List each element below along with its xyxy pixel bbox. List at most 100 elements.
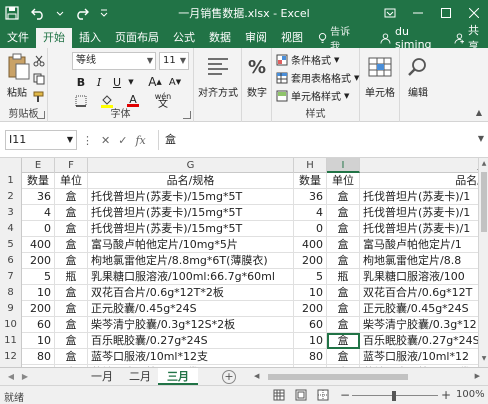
cell-g[interactable]: 品名/规格	[88, 173, 294, 189]
add-sheet-button[interactable]: +	[222, 370, 236, 384]
sheet-tab-mar[interactable]: 三月	[158, 368, 198, 385]
cell-j[interactable]: 枸地氯雷他定片/8.8	[360, 253, 478, 269]
cell-f[interactable]: 盒	[55, 221, 88, 237]
cell-g[interactable]: 枸地氯雷他定片/8.8mg*6T(薄膜衣)	[88, 253, 294, 269]
undo-icon[interactable]	[30, 5, 46, 21]
row-header[interactable]: 7	[0, 269, 22, 285]
cell-j[interactable]: 托伐普坦片(苏麦卡)/1	[360, 205, 478, 221]
cell-j[interactable]: 托伐普坦片(苏麦卡)/1	[360, 221, 478, 237]
cell-e[interactable]: 5	[22, 269, 55, 285]
zoom-out-icon[interactable]: −	[340, 388, 350, 402]
cells-button[interactable]: 单元格	[360, 52, 400, 99]
cell-h[interactable]: 60	[294, 317, 327, 333]
cell-f[interactable]: 单位	[55, 173, 88, 189]
cell-h[interactable]: 4	[294, 205, 327, 221]
cell-f[interactable]: 瓶	[55, 269, 88, 285]
font-size-select[interactable]: 11 ▼	[159, 52, 189, 70]
name-box[interactable]: I11 ▼	[5, 130, 77, 150]
cell-i[interactable]: 盒	[327, 349, 360, 365]
cell-g[interactable]: 乳果糖口服溶液/100ml:66.7g*60ml	[88, 269, 294, 285]
font-launcher-icon[interactable]	[183, 111, 191, 119]
user-account[interactable]: du siming	[380, 25, 444, 51]
expand-formula-icon[interactable]: ▼	[478, 134, 484, 143]
row-header[interactable]: 2	[0, 189, 22, 205]
ribbon-display-options-icon[interactable]	[376, 0, 404, 26]
cell-f[interactable]: 盒	[55, 317, 88, 333]
cell-i[interactable]: 瓶	[327, 269, 360, 285]
bold-button[interactable]: B	[72, 73, 90, 91]
underline-dropdown-icon[interactable]: ▼	[122, 73, 140, 91]
page-break-view-icon[interactable]	[316, 388, 330, 402]
scroll-left-icon[interactable]: ◀	[254, 372, 259, 380]
cancel-icon[interactable]: ✕	[101, 134, 110, 147]
cell-g[interactable]: 托伐普坦片(苏麦卡)/15mg*5T	[88, 221, 294, 237]
cell-e[interactable]: 0	[22, 221, 55, 237]
scroll-down-icon[interactable]: ▼	[479, 355, 488, 365]
tab-review[interactable]: 审阅	[238, 28, 274, 48]
tab-page-layout[interactable]: 页面布局	[108, 28, 166, 48]
cell-h[interactable]: 10	[294, 285, 327, 301]
cell-e[interactable]: 数量	[22, 173, 55, 189]
italic-button[interactable]: I	[90, 73, 108, 91]
cell-e[interactable]: 36	[22, 189, 55, 205]
cell-g[interactable]: 托伐普坦片(苏麦卡)/15mg*5T	[88, 189, 294, 205]
column-header-e[interactable]: E	[22, 158, 55, 173]
column-header-f[interactable]: F	[55, 158, 88, 173]
sheet-tab-feb[interactable]: 二月	[120, 368, 160, 385]
cell-i[interactable]: 盒	[327, 333, 360, 349]
alignment-button[interactable]: 对齐方式	[196, 52, 240, 99]
cell-e[interactable]: 10	[22, 285, 55, 301]
cell-g[interactable]: 柴芩清宁胶囊/0.3g*12S*2板	[88, 317, 294, 333]
tab-file[interactable]: 文件	[0, 28, 36, 48]
column-header-g[interactable]: G	[88, 158, 294, 173]
row-header[interactable]: 11	[0, 333, 22, 349]
zoom-slider[interactable]: − +	[340, 388, 451, 403]
cell-i[interactable]: 盒	[327, 237, 360, 253]
increase-font-icon[interactable]: A ▲	[146, 73, 164, 91]
conditional-format-button[interactable]: 条件格式 ▼	[276, 51, 339, 68]
cell-j[interactable]: 柴芩清宁胶囊/0.3g*12	[360, 317, 478, 333]
cell-j[interactable]: 蓝芩口服液/10ml*12	[360, 349, 478, 365]
row-header[interactable]: 10	[0, 317, 22, 333]
cell-h[interactable]: 200	[294, 253, 327, 269]
cell-i[interactable]: 盒	[327, 285, 360, 301]
cell-j[interactable]: 百乐眠胶囊/0.27g*24S	[360, 333, 478, 349]
sheet-tab-jan[interactable]: 一月	[82, 368, 122, 385]
row-header[interactable]: 3	[0, 205, 22, 221]
tab-data[interactable]: 数据	[202, 28, 238, 48]
font-name-select[interactable]: 等线 ▼	[72, 52, 156, 70]
cut-icon[interactable]	[30, 52, 48, 70]
cell-e[interactable]: 400	[22, 237, 55, 253]
vertical-scroll-thumb[interactable]	[481, 172, 487, 232]
clipboard-launcher-icon[interactable]	[37, 111, 45, 119]
cell-j[interactable]: 双花百合片/0.6g*12T	[360, 285, 478, 301]
row-header[interactable]: 8	[0, 285, 22, 301]
column-header-j[interactable]: J	[360, 158, 478, 173]
cell-e[interactable]: 10	[22, 333, 55, 349]
format-painter-icon[interactable]	[30, 88, 48, 106]
enter-icon[interactable]: ✓	[118, 134, 127, 147]
tab-insert[interactable]: 插入	[72, 28, 108, 48]
cell-g[interactable]: 蓝芩口服液/10ml*12支	[88, 349, 294, 365]
row-header[interactable]: 12	[0, 349, 22, 365]
cell-j[interactable]: 富马酸卢帕他定片/1	[360, 237, 478, 253]
cell-g[interactable]: 托伐普坦片(苏麦卡)/15mg*5T	[88, 205, 294, 221]
cell-h[interactable]: 400	[294, 237, 327, 253]
cell-f[interactable]: 盒	[55, 205, 88, 221]
undo-dropdown-icon[interactable]	[56, 5, 64, 21]
cell-h[interactable]: 36	[294, 189, 327, 205]
prev-sheet-icon[interactable]: ◀	[4, 370, 18, 384]
cell-e[interactable]: 200	[22, 253, 55, 269]
formula-input[interactable]: 盒	[158, 130, 470, 150]
cell-f[interactable]: 盒	[55, 301, 88, 317]
cell-h[interactable]: 10	[294, 333, 327, 349]
scroll-up-icon[interactable]: ▲	[479, 160, 488, 170]
column-header-h[interactable]: H	[294, 158, 327, 173]
copy-icon[interactable]	[30, 70, 48, 88]
format-as-table-button[interactable]: 套用表格格式 ▼	[276, 69, 359, 86]
tab-formulas[interactable]: 公式	[166, 28, 202, 48]
number-format-button[interactable]: % 数字	[242, 52, 272, 100]
maximize-icon[interactable]	[432, 0, 460, 26]
cell-j[interactable]: 托伐普坦片(苏麦卡)/1	[360, 189, 478, 205]
row-header[interactable]: 5	[0, 237, 22, 253]
